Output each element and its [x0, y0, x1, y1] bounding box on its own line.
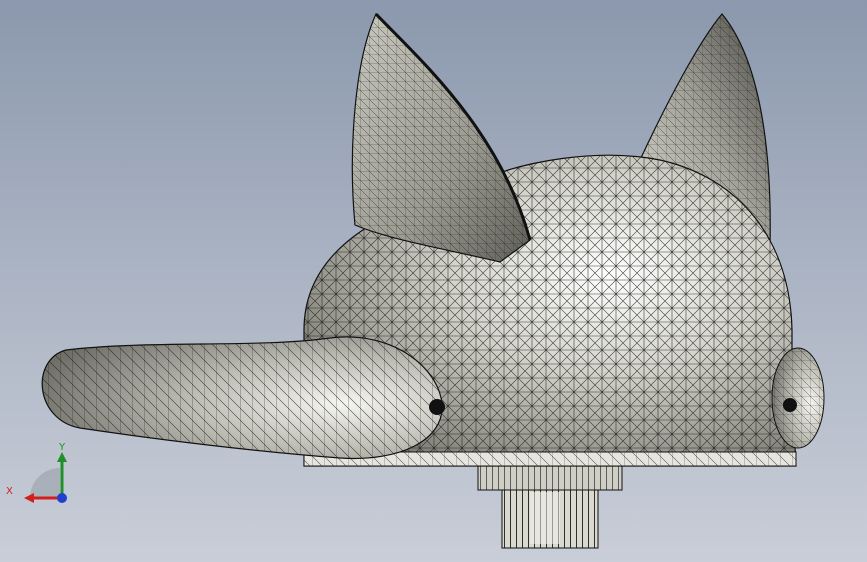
shaft[interactable]	[501, 487, 599, 549]
ear-left[interactable]	[351, 12, 532, 263]
mesh-model[interactable]	[0, 0, 867, 562]
cheek-right[interactable]	[771, 347, 825, 449]
y-axis-arrow-head	[57, 452, 67, 462]
collar[interactable]	[477, 465, 623, 491]
axis-triad	[10, 438, 80, 508]
x-axis-arrow-head	[24, 493, 34, 503]
triad-plane	[30, 468, 60, 498]
y-axis-label: Y	[59, 442, 66, 453]
tail-appendage[interactable]	[41, 336, 445, 460]
x-axis-label: X	[6, 486, 13, 497]
graphics-viewport[interactable]: X Y	[0, 0, 867, 562]
z-axis-dot	[57, 493, 67, 503]
